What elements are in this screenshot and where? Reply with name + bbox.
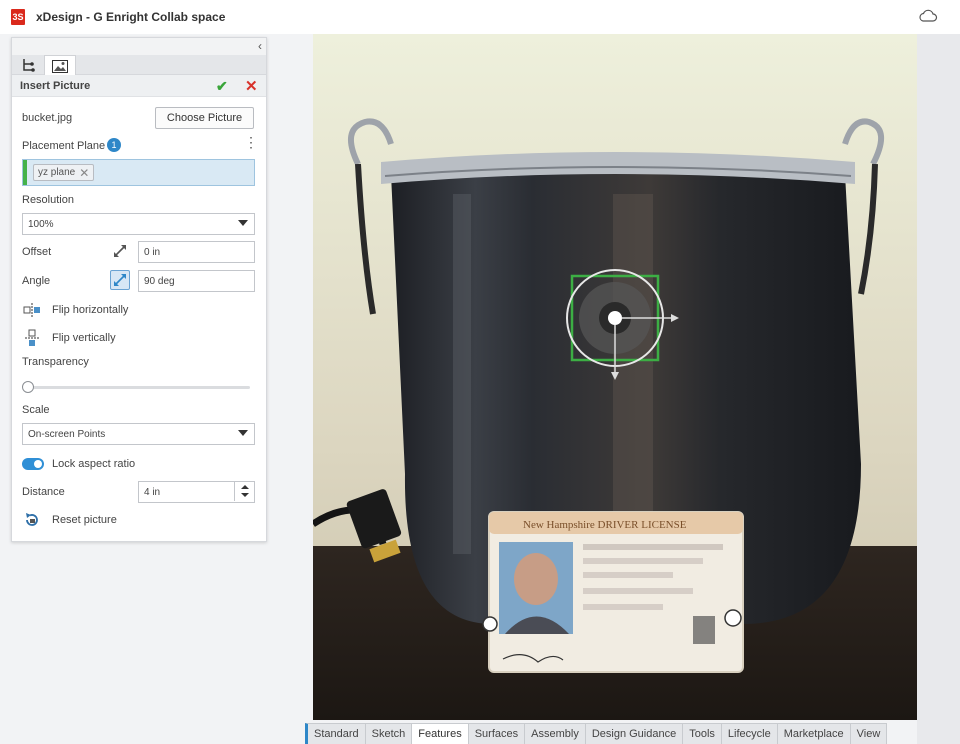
scale-select[interactable]: On-screen Points [22, 423, 255, 445]
resolution-label: Resolution [22, 194, 74, 206]
reset-picture-label[interactable]: Reset picture [52, 514, 117, 526]
cloud-icon[interactable] [918, 8, 938, 24]
transparency-slider-thumb[interactable] [22, 381, 34, 393]
panel-header: Insert Picture ✔ ✕ [12, 75, 266, 97]
tab-standard[interactable]: Standard [305, 723, 366, 744]
resolution-select[interactable]: 100% [22, 213, 255, 235]
stepper-down-icon[interactable] [241, 493, 249, 497]
tab-assembly[interactable]: Assembly [524, 723, 586, 744]
tab-sketch[interactable]: Sketch [364, 723, 413, 744]
offset-flip-direction-button[interactable] [110, 241, 130, 261]
card-header-text: New Hampshire DRIVER LICENSE [523, 519, 687, 531]
angle-flip-direction-button[interactable] [110, 270, 130, 290]
tab-tools[interactable]: Tools [682, 723, 722, 744]
panel-top-bar: ‹ [12, 38, 266, 55]
file-name: bucket.jpg [22, 112, 73, 124]
placement-plane-count-badge: 1 [107, 138, 121, 152]
title-bar: 3S xDesign - G Enright Collab space [0, 0, 960, 34]
scale-point-1 [482, 616, 498, 632]
lock-aspect-label: Lock aspect ratio [52, 458, 136, 470]
plane-chip: yz plane ✕ [33, 164, 95, 181]
bucket-photo: New Hampshire DRIVER LICENSE [313, 34, 917, 720]
transparency-label: Transparency [22, 356, 89, 368]
window-title: xDesign - G Enright Collab space [36, 10, 226, 24]
panel-title: Insert Picture [20, 80, 91, 92]
choose-picture-button[interactable]: Choose Picture [155, 107, 254, 129]
resolution-value: 100% [28, 218, 54, 230]
reset-picture-icon[interactable] [22, 510, 42, 530]
right-margin [917, 34, 960, 744]
scale-label: Scale [22, 404, 50, 416]
plane-chip-label: yz plane [38, 167, 76, 178]
chevron-down-icon [238, 430, 248, 436]
distance-stepper[interactable] [234, 481, 254, 501]
picture-icon [52, 59, 68, 73]
flip-horizontally-icon[interactable] [22, 300, 42, 320]
license-card: New Hampshire DRIVER LICENSE [488, 511, 744, 673]
flip-vertically-label[interactable]: Flip vertically [52, 332, 116, 344]
distance-label: Distance [22, 486, 65, 498]
remove-chip-icon[interactable]: ✕ [79, 166, 89, 180]
placement-plane-selection-box[interactable]: yz plane ✕ [22, 159, 255, 186]
distance-value: 4 in [144, 486, 161, 498]
more-options-icon[interactable]: ⋮ [244, 135, 258, 149]
scale-value: On-screen Points [28, 428, 106, 440]
panel-tab-bar [12, 55, 266, 76]
insert-picture-panel: ‹ Insert Picture ✔ ✕ bucket.jpg Choose P… [11, 37, 267, 542]
transparency-slider-track[interactable] [28, 386, 250, 389]
tab-view[interactable]: View [849, 723, 888, 744]
placement-plane-label: Placement Plane [22, 140, 106, 152]
chevron-down-icon [238, 220, 248, 226]
flip-horizontally-label[interactable]: Flip horizontally [52, 304, 128, 316]
tab-lifecycle[interactable]: Lifecycle [720, 723, 778, 744]
flip-direction-icon [114, 274, 126, 286]
offset-input[interactable]: 0 in [138, 241, 255, 263]
inserted-picture[interactable]: New Hampshire DRIVER LICENSE [313, 34, 917, 720]
angle-input[interactable]: 90 deg [138, 270, 255, 292]
tab-features[interactable]: Features [411, 723, 469, 744]
tab-surfaces[interactable]: Surfaces [467, 723, 526, 744]
tab-insert-picture[interactable] [44, 55, 76, 76]
tab-design-guidance[interactable]: Design Guidance [584, 723, 684, 744]
selection-active-indicator [23, 160, 27, 185]
offset-label: Offset [22, 246, 52, 258]
tab-feature-tree[interactable] [12, 55, 44, 75]
command-tab-bar: Standard Sketch Features Surfaces Assemb… [305, 723, 888, 744]
angle-label: Angle [22, 275, 51, 287]
ok-check-icon[interactable]: ✔ [216, 78, 228, 95]
cancel-x-icon[interactable]: ✕ [245, 77, 258, 95]
scale-point-2 [724, 609, 742, 627]
stepper-up-icon[interactable] [241, 485, 249, 489]
feature-tree-icon [23, 59, 35, 72]
app-logo-icon[interactable]: 3S [11, 9, 25, 25]
collapse-panel-icon[interactable]: ‹ [258, 39, 262, 53]
lock-aspect-toggle[interactable] [22, 458, 44, 470]
tab-marketplace[interactable]: Marketplace [776, 723, 851, 744]
flip-direction-icon [114, 245, 126, 257]
flip-vertically-icon[interactable] [22, 328, 42, 348]
